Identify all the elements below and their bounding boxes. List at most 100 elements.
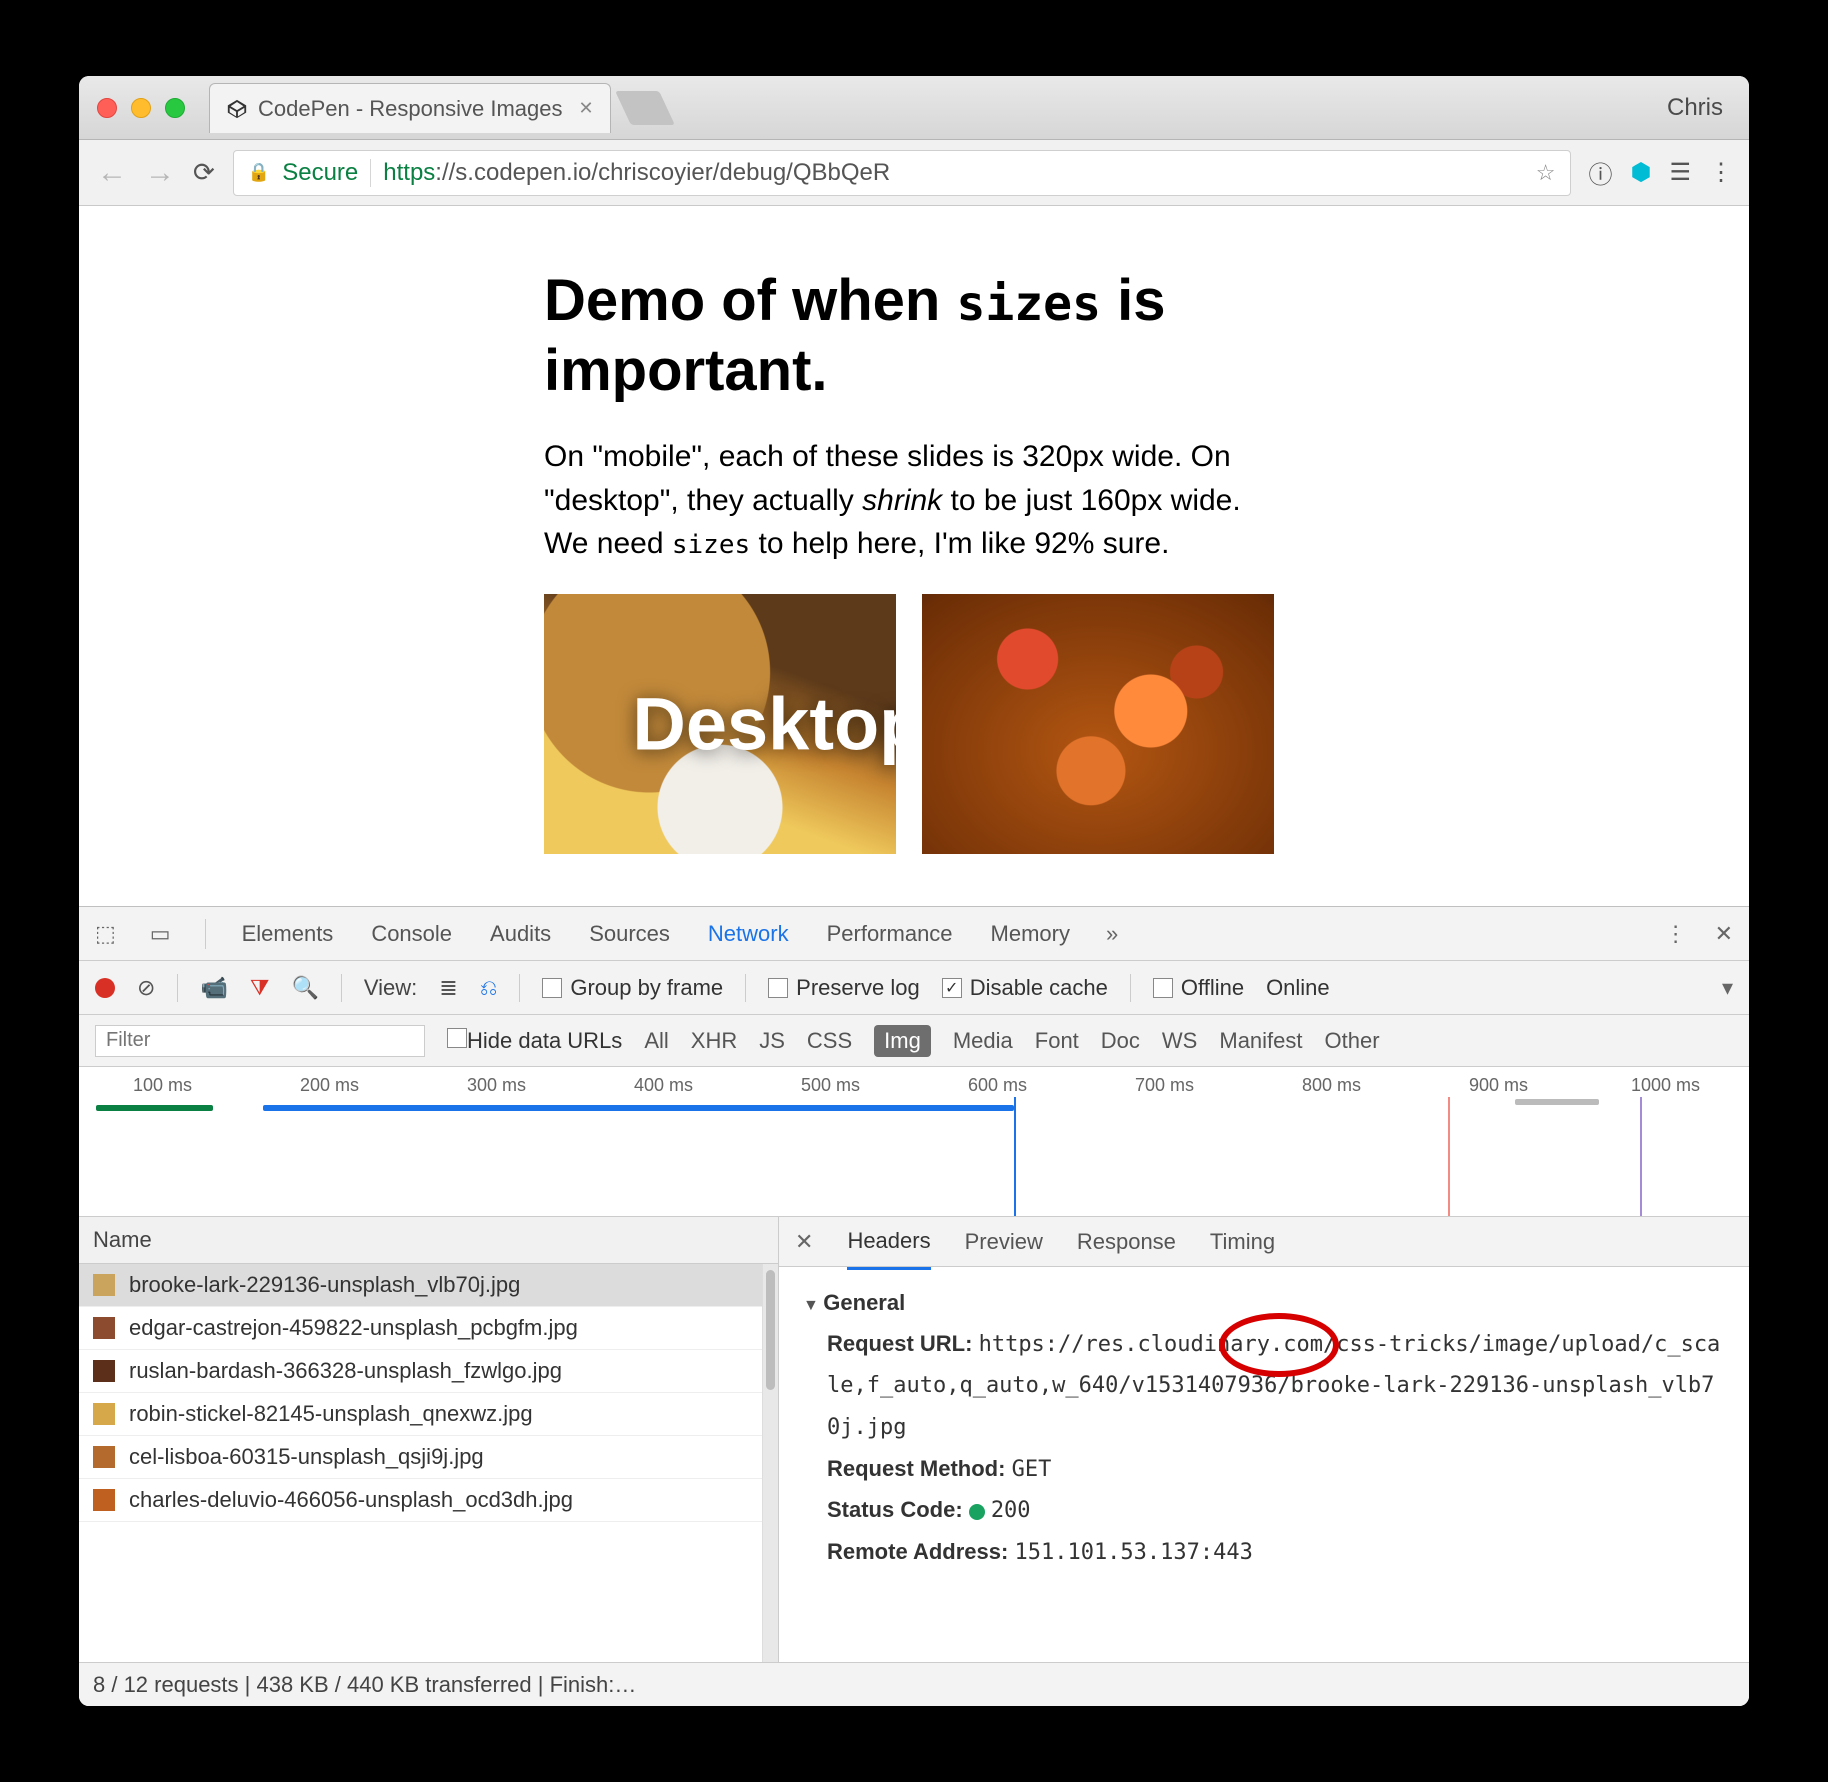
clear-icon[interactable]: ⊘	[137, 975, 155, 1001]
network-toolbar: ⊘ 📹 ⧩ 🔍 View: ≣ ⎌ Group by frame Preserv…	[79, 961, 1749, 1015]
request-method-row: Request Method: GET	[827, 1449, 1725, 1491]
tab-elements[interactable]: Elements	[240, 921, 336, 947]
disable-cache-label: Disable cache	[970, 975, 1108, 1001]
offline-checkbox[interactable]: Offline	[1153, 975, 1244, 1001]
extension-icon[interactable]: ⬢	[1631, 158, 1652, 187]
more-tabs-icon[interactable]: »	[1106, 921, 1118, 947]
search-icon[interactable]: 🔍	[291, 975, 318, 1001]
details-tab-preview[interactable]: Preview	[965, 1229, 1043, 1255]
reload-button[interactable]: ⟳	[193, 157, 215, 188]
devtools-close-icon[interactable]: ✕	[1715, 921, 1733, 947]
bookmark-star-icon[interactable]: ☆	[1536, 160, 1556, 186]
disable-cache-checkbox[interactable]: ✓Disable cache	[942, 975, 1108, 1001]
info-icon[interactable]: ⓘ	[1589, 155, 1613, 190]
status-code-row: Status Code: 200	[827, 1490, 1725, 1532]
tab-audits[interactable]: Audits	[488, 921, 553, 947]
tick-label: 700 ms	[1135, 1075, 1194, 1095]
page-content: Demo of when sizes is important. On "mob…	[544, 266, 1284, 854]
tick-label: 800 ms	[1302, 1075, 1361, 1095]
close-details-icon[interactable]: ✕	[795, 1229, 813, 1255]
preserve-log-checkbox[interactable]: Preserve log	[768, 975, 920, 1001]
record-button[interactable]	[95, 978, 115, 998]
tab-sources[interactable]: Sources	[587, 921, 672, 947]
devtools: ⬚ ▭ Elements Console Audits Sources Netw…	[79, 906, 1749, 1706]
tab-console[interactable]: Console	[369, 921, 454, 947]
type-ws[interactable]: WS	[1162, 1028, 1197, 1054]
filter-input[interactable]	[95, 1025, 425, 1057]
browser-window: CodePen - Responsive Images ✕ Chris ← → …	[79, 76, 1749, 1706]
profile-name[interactable]: Chris	[1667, 94, 1723, 122]
request-name: ruslan-bardash-366328-unsplash_fzwlgo.jp…	[129, 1358, 562, 1384]
lock-icon: 🔒	[248, 162, 270, 183]
type-css[interactable]: CSS	[807, 1028, 852, 1054]
request-row[interactable]: charles-deluvio-466056-unsplash_ocd3dh.j…	[79, 1479, 762, 1522]
forward-button[interactable]: →	[145, 156, 175, 190]
type-xhr[interactable]: XHR	[691, 1028, 737, 1054]
back-button[interactable]: ←	[97, 156, 127, 190]
preserve-log-label: Preserve log	[796, 975, 920, 1001]
inspect-icon[interactable]: ⬚	[95, 921, 116, 947]
scrollbar[interactable]	[762, 1264, 778, 1662]
tick-label: 100 ms	[133, 1075, 192, 1095]
type-font[interactable]: Font	[1035, 1028, 1079, 1054]
request-url-label: Request URL:	[827, 1331, 972, 1356]
request-row[interactable]: edgar-castrejon-459822-unsplash_pcbgfm.j…	[79, 1307, 762, 1350]
type-manifest[interactable]: Manifest	[1219, 1028, 1302, 1054]
close-window-button[interactable]	[97, 98, 117, 118]
request-row[interactable]: ruslan-bardash-366328-unsplash_fzwlgo.jp…	[79, 1350, 762, 1393]
network-filter-bar: Hide data URLs All XHR JS CSS Img Media …	[79, 1015, 1749, 1067]
type-media[interactable]: Media	[953, 1028, 1013, 1054]
thumbnail-icon	[93, 1403, 115, 1425]
heading-text: Demo of when	[544, 268, 956, 333]
device-toggle-icon[interactable]: ▭	[150, 921, 171, 947]
separator	[745, 974, 746, 1002]
type-img[interactable]: Img	[874, 1025, 931, 1057]
thumbnail-icon	[93, 1360, 115, 1382]
thumbnail-icon	[93, 1446, 115, 1468]
separator	[205, 919, 206, 949]
online-dropdown[interactable]: Online	[1266, 975, 1330, 1001]
type-all[interactable]: All	[644, 1028, 668, 1054]
name-column-header[interactable]: Name	[79, 1217, 778, 1264]
type-js[interactable]: JS	[759, 1028, 785, 1054]
thumbnail-icon	[93, 1489, 115, 1511]
capture-screenshot-icon[interactable]: 📹	[200, 975, 227, 1001]
para-text-3: to help here, I'm like 92% sure.	[750, 527, 1169, 560]
request-row[interactable]: robin-stickel-82145-unsplash_qnexwz.jpg	[79, 1393, 762, 1436]
details-tab-headers[interactable]: Headers	[847, 1228, 930, 1270]
devtools-menu-icon[interactable]: ⋮	[1665, 921, 1687, 947]
throttle-dropdown-icon[interactable]: ▾	[1722, 975, 1733, 1001]
hide-data-urls-checkbox[interactable]: Hide data URLs	[447, 1028, 622, 1054]
request-name: edgar-castrejon-459822-unsplash_pcbgfm.j…	[129, 1315, 578, 1341]
tab-memory[interactable]: Memory	[989, 921, 1072, 947]
address-bar[interactable]: 🔒 Secure https://s.codepen.io/chriscoyie…	[233, 150, 1571, 196]
filter-icon[interactable]: ⧩	[250, 975, 270, 1001]
group-by-frame-checkbox[interactable]: Group by frame	[542, 975, 723, 1001]
minimize-window-button[interactable]	[131, 98, 151, 118]
tab-performance[interactable]: Performance	[825, 921, 955, 947]
close-tab-icon[interactable]: ✕	[579, 98, 594, 119]
browser-menu-icon[interactable]: ⋮	[1709, 158, 1731, 187]
new-tab-button[interactable]	[615, 91, 675, 125]
browser-tab[interactable]: CodePen - Responsive Images ✕	[209, 83, 611, 133]
type-doc[interactable]: Doc	[1101, 1028, 1140, 1054]
maximize-window-button[interactable]	[165, 98, 185, 118]
details-tab-response[interactable]: Response	[1077, 1229, 1176, 1255]
para-code: sizes	[672, 530, 750, 560]
thumbnail-icon	[93, 1274, 115, 1296]
view-list-icon[interactable]: ≣	[439, 975, 457, 1001]
tab-network[interactable]: Network	[706, 921, 791, 964]
network-statusbar: 8 / 12 requests | 438 KB / 440 KB transf…	[79, 1662, 1749, 1706]
titlebar: CodePen - Responsive Images ✕ Chris	[79, 76, 1749, 140]
request-row[interactable]: cel-lisboa-60315-unsplash_qsji9j.jpg	[79, 1436, 762, 1479]
network-timeline[interactable]: 100 ms 200 ms 300 ms 400 ms 500 ms 600 m…	[79, 1067, 1749, 1217]
view-waterfall-icon[interactable]: ⎌	[480, 975, 498, 1001]
request-name: robin-stickel-82145-unsplash_qnexwz.jpg	[129, 1401, 533, 1427]
type-other[interactable]: Other	[1325, 1028, 1380, 1054]
tick-label: 900 ms	[1469, 1075, 1528, 1095]
request-row[interactable]: brooke-lark-229136-unsplash_vlb70j.jpg	[79, 1264, 762, 1307]
details-tab-timing[interactable]: Timing	[1210, 1229, 1275, 1255]
thumbnail-icon	[93, 1317, 115, 1339]
view-label: View:	[364, 975, 417, 1001]
buffer-icon[interactable]: ☰	[1669, 158, 1691, 187]
